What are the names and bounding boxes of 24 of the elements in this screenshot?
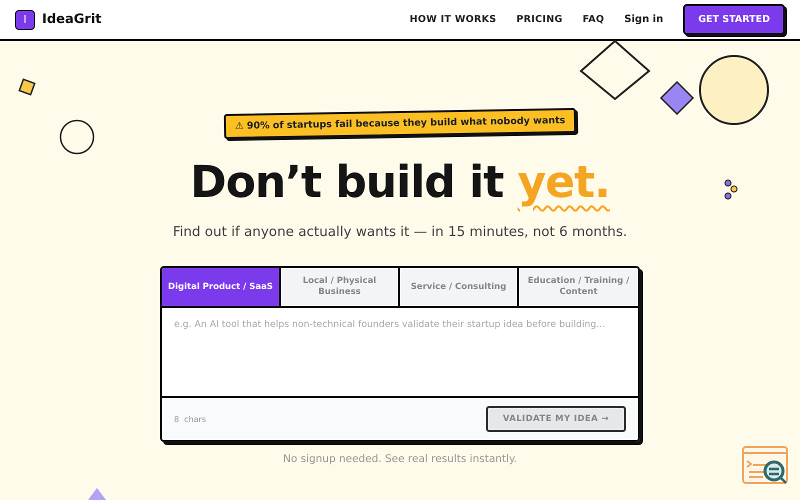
sign-in-link[interactable]: Sign in (624, 14, 664, 25)
logo-icon: I (15, 10, 35, 30)
category-tab[interactable]: Digital Product / SaaS (162, 268, 281, 306)
diamond-shape (579, 40, 651, 102)
headline: Don’t build it yet. (190, 156, 610, 210)
circle-shape (698, 54, 770, 126)
nav-link[interactable]: PRICING (516, 14, 563, 25)
idea-input[interactable]: e.g. An AI tool that helps non-technical founders validate their startup idea before building... (162, 308, 638, 398)
circle-shape (59, 119, 95, 155)
category-tab[interactable]: Local / Physical Business (281, 268, 400, 306)
get-started-button[interactable]: GET STARTED (683, 4, 785, 35)
category-tab[interactable]: Education / Training / Content (519, 268, 638, 306)
char-count: 8 chars (174, 414, 206, 424)
signup-note: No signup needed. See real results instantly. (282, 453, 518, 465)
subtitle: Find out if anyone actually wants it — in 15 minutes, not 6 months. (172, 224, 628, 240)
nav-link[interactable]: HOW IT WORKS (410, 14, 496, 25)
brand-name[interactable]: IdeaGrit (42, 12, 102, 27)
category-tab[interactable]: Service / Consulting (400, 268, 519, 306)
dots-icon (724, 179, 740, 201)
diamond-shape (659, 80, 695, 116)
code-search-icon[interactable] (741, 445, 789, 485)
triangle-shape (88, 488, 106, 500)
nav-link[interactable]: FAQ (582, 14, 604, 25)
warning-badge: ⚠ 90% of startups fail because they build what nobody wants (224, 108, 576, 140)
